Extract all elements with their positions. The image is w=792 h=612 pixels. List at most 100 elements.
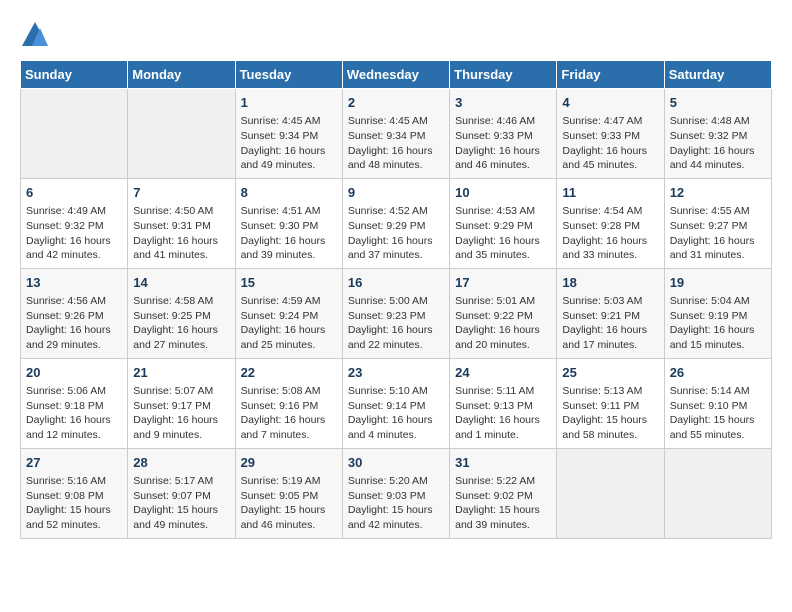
calendar-cell: 17 Sunrise: 5:01 AM Sunset: 9:22 PM Dayli… <box>450 268 557 358</box>
day-number: 5 <box>670 94 766 112</box>
day-info: Sunrise: 5:11 AM Sunset: 9:13 PM Dayligh… <box>455 384 551 443</box>
day-number: 24 <box>455 364 551 382</box>
calendar-cell: 3 Sunrise: 4:46 AM Sunset: 9:33 PM Daylig… <box>450 89 557 179</box>
calendar-cell <box>21 89 128 179</box>
calendar-cell: 4Sunrise: 4:47 AM Sunset: 9:33 PM Daylig… <box>557 89 664 179</box>
day-info: Sunrise: 4:45 AM Sunset: 9:34 PM Dayligh… <box>348 114 444 173</box>
day-info: Sunrise: 5:22 AM Sunset: 9:02 PM Dayligh… <box>455 474 551 533</box>
day-info: Sunrise: 5:01 AM Sunset: 9:22 PM Dayligh… <box>455 294 551 353</box>
day-info: Sunrise: 5:03 AM Sunset: 9:21 PM Dayligh… <box>562 294 658 353</box>
calendar-cell: 5 Sunrise: 4:48 AM Sunset: 9:32 PM Daylig… <box>664 89 771 179</box>
day-number: 25 <box>562 364 658 382</box>
day-info: Sunrise: 5:17 AM Sunset: 9:07 PM Dayligh… <box>133 474 229 533</box>
day-number: 3 <box>455 94 551 112</box>
logo-icon <box>20 20 50 50</box>
day-number: 18 <box>562 274 658 292</box>
day-number: 30 <box>348 454 444 472</box>
calendar-cell: 27 Sunrise: 5:16 AM Sunset: 9:08 PM Dayli… <box>21 448 128 538</box>
calendar-cell: 10 Sunrise: 4:53 AM Sunset: 9:29 PM Dayli… <box>450 178 557 268</box>
calendar-cell: 11 Sunrise: 4:54 AM Sunset: 9:28 PM Dayli… <box>557 178 664 268</box>
day-info: Sunrise: 4:46 AM Sunset: 9:33 PM Dayligh… <box>455 114 551 173</box>
day-info: Sunrise: 4:56 AM Sunset: 9:26 PM Dayligh… <box>26 294 122 353</box>
day-number: 12 <box>670 184 766 202</box>
day-number: 1 <box>241 94 337 112</box>
day-number: 31 <box>455 454 551 472</box>
day-info: Sunrise: 5:00 AM Sunset: 9:23 PM Dayligh… <box>348 294 444 353</box>
calendar-header-row: SundayMondayTuesdayWednesdayThursdayFrid… <box>21 61 772 89</box>
day-number: 9 <box>348 184 444 202</box>
calendar-cell: 23Sunrise: 5:10 AM Sunset: 9:14 PM Dayli… <box>342 358 449 448</box>
day-info: Sunrise: 5:06 AM Sunset: 9:18 PM Dayligh… <box>26 384 122 443</box>
calendar-cell <box>664 448 771 538</box>
calendar-cell: 9 Sunrise: 4:52 AM Sunset: 9:29 PM Daylig… <box>342 178 449 268</box>
day-number: 11 <box>562 184 658 202</box>
day-info: Sunrise: 5:07 AM Sunset: 9:17 PM Dayligh… <box>133 384 229 443</box>
calendar-cell: 29 Sunrise: 5:19 AM Sunset: 9:05 PM Dayli… <box>235 448 342 538</box>
day-number: 2 <box>348 94 444 112</box>
day-info: Sunrise: 4:49 AM Sunset: 9:32 PM Dayligh… <box>26 204 122 263</box>
day-number: 8 <box>241 184 337 202</box>
day-number: 15 <box>241 274 337 292</box>
calendar-cell: 30 Sunrise: 5:20 AM Sunset: 9:03 PM Dayli… <box>342 448 449 538</box>
calendar-cell: 14 Sunrise: 4:58 AM Sunset: 9:25 PM Dayli… <box>128 268 235 358</box>
calendar-week-row: 20 Sunrise: 5:06 AM Sunset: 9:18 PM Dayli… <box>21 358 772 448</box>
day-info: Sunrise: 4:59 AM Sunset: 9:24 PM Dayligh… <box>241 294 337 353</box>
calendar-cell: 21 Sunrise: 5:07 AM Sunset: 9:17 PM Dayli… <box>128 358 235 448</box>
calendar-header-sunday: Sunday <box>21 61 128 89</box>
day-number: 26 <box>670 364 766 382</box>
calendar-cell: 13Sunrise: 4:56 AM Sunset: 9:26 PM Dayli… <box>21 268 128 358</box>
calendar-cell: 12 Sunrise: 4:55 AM Sunset: 9:27 PM Dayli… <box>664 178 771 268</box>
day-number: 20 <box>26 364 122 382</box>
calendar-header-tuesday: Tuesday <box>235 61 342 89</box>
day-info: Sunrise: 4:47 AM Sunset: 9:33 PM Dayligh… <box>562 114 658 173</box>
day-number: 17 <box>455 274 551 292</box>
day-info: Sunrise: 5:13 AM Sunset: 9:11 PM Dayligh… <box>562 384 658 443</box>
day-info: Sunrise: 5:08 AM Sunset: 9:16 PM Dayligh… <box>241 384 337 443</box>
calendar-week-row: 1 Sunrise: 4:45 AM Sunset: 9:34 PM Daylig… <box>21 89 772 179</box>
calendar-cell: 28 Sunrise: 5:17 AM Sunset: 9:07 PM Dayli… <box>128 448 235 538</box>
day-info: Sunrise: 4:48 AM Sunset: 9:32 PM Dayligh… <box>670 114 766 173</box>
day-info: Sunrise: 4:52 AM Sunset: 9:29 PM Dayligh… <box>348 204 444 263</box>
day-info: Sunrise: 4:55 AM Sunset: 9:27 PM Dayligh… <box>670 204 766 263</box>
page-header <box>20 20 772 50</box>
calendar-cell <box>128 89 235 179</box>
calendar-cell: 24 Sunrise: 5:11 AM Sunset: 9:13 PM Dayli… <box>450 358 557 448</box>
day-info: Sunrise: 4:54 AM Sunset: 9:28 PM Dayligh… <box>562 204 658 263</box>
calendar-header-wednesday: Wednesday <box>342 61 449 89</box>
calendar-cell: 18 Sunrise: 5:03 AM Sunset: 9:21 PM Dayli… <box>557 268 664 358</box>
day-number: 14 <box>133 274 229 292</box>
calendar-header-friday: Friday <box>557 61 664 89</box>
day-number: 28 <box>133 454 229 472</box>
day-number: 10 <box>455 184 551 202</box>
calendar-header-thursday: Thursday <box>450 61 557 89</box>
calendar-cell: 16 Sunrise: 5:00 AM Sunset: 9:23 PM Dayli… <box>342 268 449 358</box>
day-number: 27 <box>26 454 122 472</box>
day-number: 21 <box>133 364 229 382</box>
calendar-cell: 31 Sunrise: 5:22 AM Sunset: 9:02 PM Dayli… <box>450 448 557 538</box>
calendar-header-saturday: Saturday <box>664 61 771 89</box>
calendar-cell: 20 Sunrise: 5:06 AM Sunset: 9:18 PM Dayli… <box>21 358 128 448</box>
day-info: Sunrise: 4:50 AM Sunset: 9:31 PM Dayligh… <box>133 204 229 263</box>
day-number: 23 <box>348 364 444 382</box>
day-info: Sunrise: 4:51 AM Sunset: 9:30 PM Dayligh… <box>241 204 337 263</box>
day-info: Sunrise: 4:53 AM Sunset: 9:29 PM Dayligh… <box>455 204 551 263</box>
day-number: 16 <box>348 274 444 292</box>
calendar-cell <box>557 448 664 538</box>
calendar-cell: 2 Sunrise: 4:45 AM Sunset: 9:34 PM Daylig… <box>342 89 449 179</box>
calendar-cell: 19Sunrise: 5:04 AM Sunset: 9:19 PM Dayli… <box>664 268 771 358</box>
day-info: Sunrise: 5:14 AM Sunset: 9:10 PM Dayligh… <box>670 384 766 443</box>
day-info: Sunrise: 4:45 AM Sunset: 9:34 PM Dayligh… <box>241 114 337 173</box>
day-info: Sunrise: 5:19 AM Sunset: 9:05 PM Dayligh… <box>241 474 337 533</box>
calendar-cell: 26 Sunrise: 5:14 AM Sunset: 9:10 PM Dayli… <box>664 358 771 448</box>
day-number: 22 <box>241 364 337 382</box>
calendar-cell: 8 Sunrise: 4:51 AM Sunset: 9:30 PM Daylig… <box>235 178 342 268</box>
logo <box>20 20 54 50</box>
day-info: Sunrise: 4:58 AM Sunset: 9:25 PM Dayligh… <box>133 294 229 353</box>
calendar-cell: 15 Sunrise: 4:59 AM Sunset: 9:24 PM Dayli… <box>235 268 342 358</box>
day-info: Sunrise: 5:16 AM Sunset: 9:08 PM Dayligh… <box>26 474 122 533</box>
calendar-table: SundayMondayTuesdayWednesdayThursdayFrid… <box>20 60 772 539</box>
day-info: Sunrise: 5:20 AM Sunset: 9:03 PM Dayligh… <box>348 474 444 533</box>
calendar-cell: 6Sunrise: 4:49 AM Sunset: 9:32 PM Daylig… <box>21 178 128 268</box>
day-number: 29 <box>241 454 337 472</box>
calendar-week-row: 6Sunrise: 4:49 AM Sunset: 9:32 PM Daylig… <box>21 178 772 268</box>
